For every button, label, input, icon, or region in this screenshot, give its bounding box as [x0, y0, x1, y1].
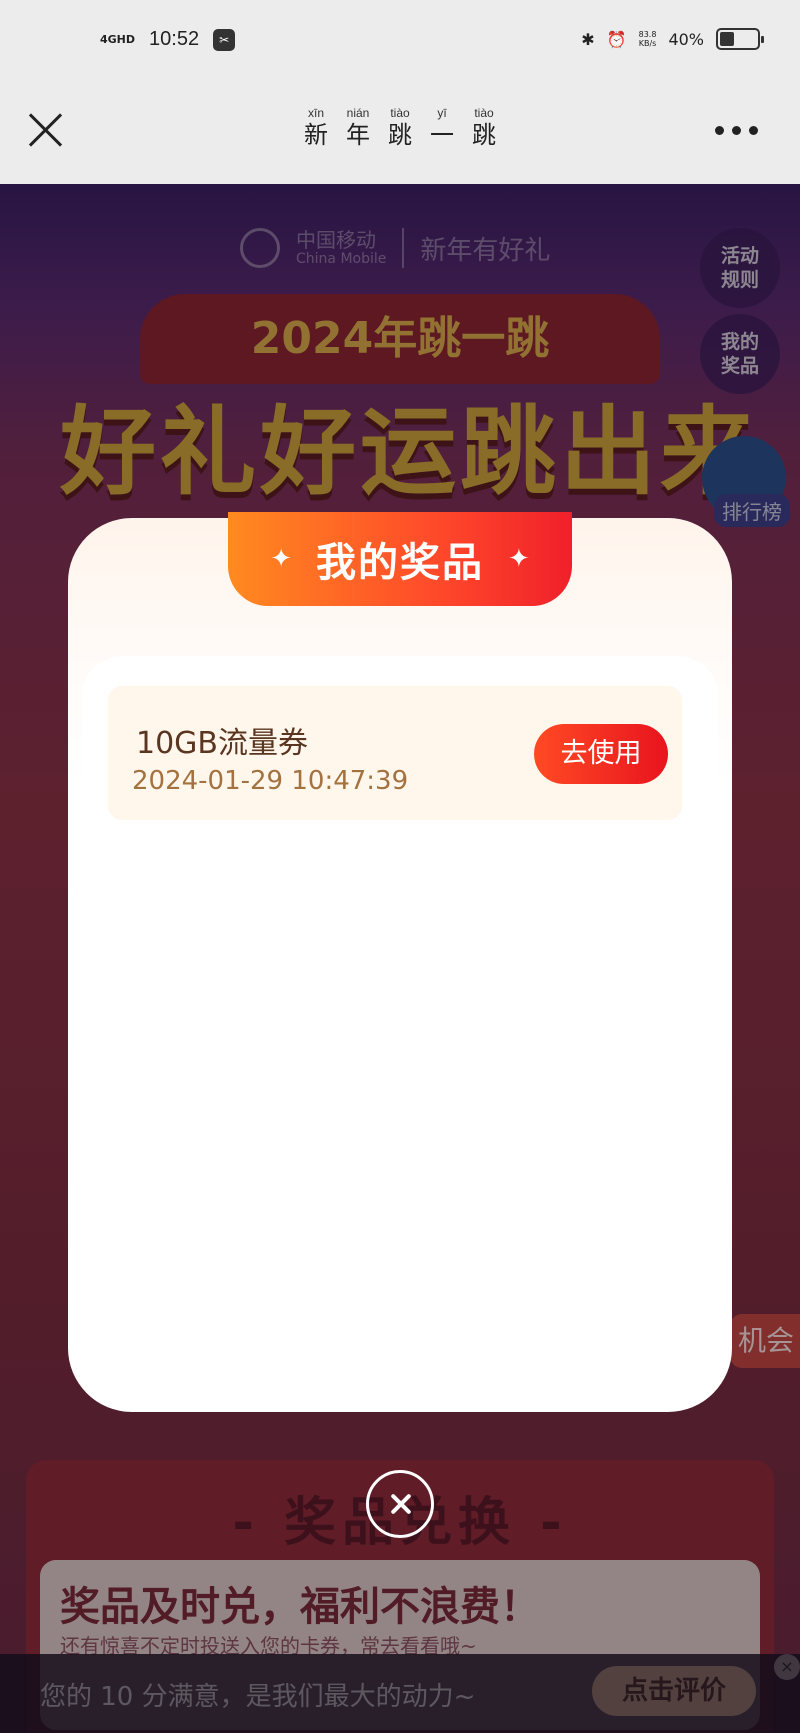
status-left: 4GHD 10:52 ✂ — [100, 28, 236, 51]
status-time: 10:52 — [149, 28, 200, 50]
title-char: tiào 跳 — [388, 106, 412, 150]
title-pinyin: yī — [437, 106, 447, 120]
alarm-icon: ⏰ — [606, 29, 627, 49]
title-char: xīn 新 — [304, 106, 328, 150]
sparkle-icon: ✦ — [270, 544, 292, 574]
net-speed: 83.8 KB/s — [639, 30, 657, 48]
nav-bar: xīn 新 nián 年 tiào 跳 yī 一 tiào 跳 — [0, 88, 800, 184]
prize-date: 2024-01-29 10:47:39 — [132, 766, 409, 796]
my-prizes-modal: ✦ 我的奖品 ✦ 10GB流量券 2024-01-29 10:47:39 去使用 — [68, 512, 732, 1412]
title-hanzi: 年 — [346, 121, 370, 149]
status-bar: 4GHD 10:52 ✂ ✱ ⏰ 83.8 KB/s 40% — [0, 0, 800, 88]
signal-indicator: 4GHD — [100, 32, 136, 46]
more-menu-icon[interactable] — [715, 126, 758, 135]
title-hanzi: 新 — [304, 121, 328, 149]
page-title: xīn 新 nián 年 tiào 跳 yī 一 tiào 跳 — [0, 106, 800, 150]
modal-close-icon[interactable] — [366, 1470, 434, 1538]
prize-list: 10GB流量券 2024-01-29 10:47:39 去使用 — [82, 656, 718, 1396]
title-pinyin: xīn — [307, 106, 324, 120]
title-char: tiào 跳 — [472, 106, 496, 150]
title-pinyin: tiào — [474, 106, 494, 120]
battery-icon — [716, 28, 764, 50]
net-speed-unit: KB/s — [638, 39, 657, 48]
status-right: ✱ ⏰ 83.8 KB/s 40% — [581, 28, 764, 50]
title-hanzi: 跳 — [472, 121, 496, 149]
title-hanzi: 跳 — [388, 121, 412, 149]
modal-title: 我的奖品 — [316, 540, 484, 586]
notification-app-icon: ✂ — [213, 28, 236, 51]
prize-card: 10GB流量券 2024-01-29 10:47:39 去使用 — [108, 686, 682, 820]
title-hanzi: 一 — [430, 121, 454, 149]
net-speed-value: 83.8 — [638, 30, 657, 39]
sparkle-icon: ✦ — [508, 544, 530, 574]
battery-percent: 40% — [668, 29, 704, 49]
title-pinyin: tiào — [390, 106, 410, 120]
prize-name: 10GB流量券 — [136, 726, 309, 761]
title-pinyin: nián — [346, 106, 370, 120]
title-char: yī 一 — [430, 106, 454, 150]
battery-fill — [720, 32, 734, 46]
modal-header: ✦ 我的奖品 ✦ — [228, 512, 572, 606]
use-prize-button[interactable]: 去使用 — [534, 724, 668, 784]
title-char: nián 年 — [346, 106, 370, 150]
bluetooth-icon: ✱ — [581, 29, 595, 49]
